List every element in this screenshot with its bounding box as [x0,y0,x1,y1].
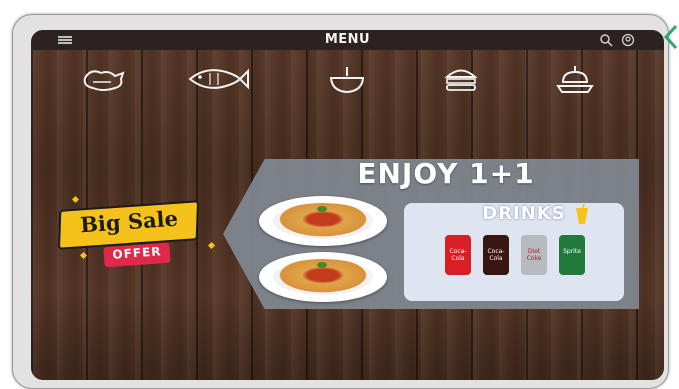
top-bar: MENU [31,30,664,50]
spaghetti-plate-2[interactable] [259,252,387,302]
coca-cola-can[interactable]: Coca-Cola [445,235,471,275]
menu-title: MENU [324,32,371,47]
burger-icon[interactable] [444,64,478,94]
fish-icon[interactable] [186,64,250,94]
account-icon[interactable] [621,33,635,47]
menu-screen: MENU ENJOY 1+1 DRINKS Coca-Cola Coca-Col… [31,30,664,380]
chicken-icon[interactable] [79,64,129,94]
spaghetti-plate-1[interactable] [259,196,387,246]
back-arrow-icon[interactable] [660,22,679,52]
drinks-title: DRINKS [482,203,566,224]
drink-glass-icon [576,204,588,224]
soup-bowl-icon[interactable] [329,64,365,94]
sprite-can[interactable]: Sprite [559,235,585,275]
promo-title: ENJOY 1+1 [357,157,535,190]
coca-cola-can-2[interactable]: Coca-Cola [483,235,509,275]
search-icon[interactable] [599,33,613,47]
dessert-icon[interactable] [555,64,595,96]
diet-coke-can[interactable]: Diet Coke [521,235,547,275]
